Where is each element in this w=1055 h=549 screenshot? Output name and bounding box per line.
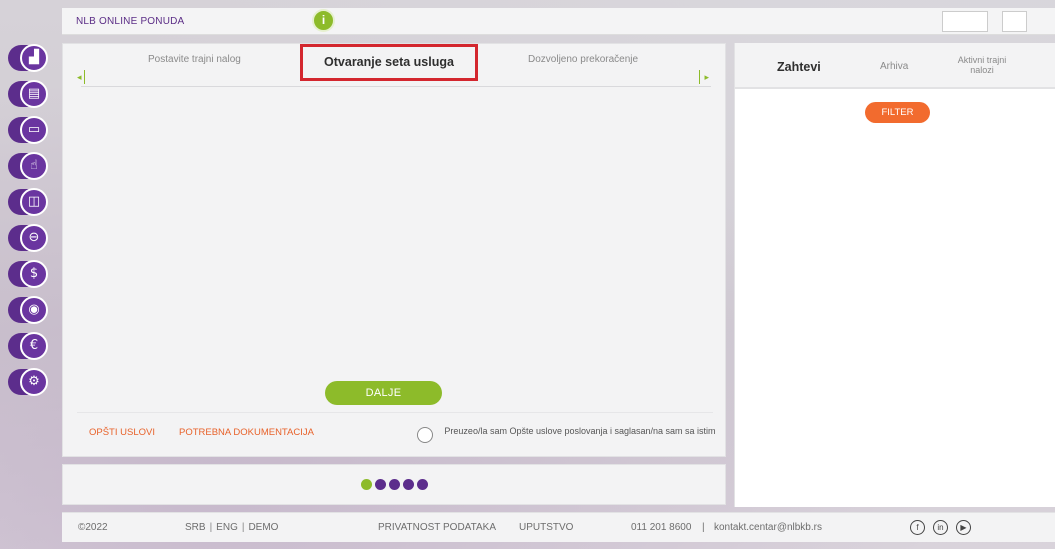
guide-link[interactable]: UPUTSTVO — [519, 522, 573, 533]
coin-icon: $ — [20, 260, 48, 288]
side-menu-item-services[interactable]: ◫ — [8, 188, 56, 216]
tab-overdraft[interactable]: Dozvoljeno prekoračenje — [528, 54, 638, 65]
arrow-left-icon[interactable]: ◂ — [77, 70, 89, 84]
tab-requests[interactable]: Zahtevi — [777, 60, 821, 74]
pager-panel — [62, 464, 726, 505]
agreement-label: Preuzeo/la sam Opšte uslove poslovanja i… — [444, 426, 716, 436]
separator: | — [241, 522, 245, 533]
tab-standing-order[interactable]: Postavite trajni nalog — [148, 54, 241, 65]
filter-button[interactable]: FILTER — [865, 102, 930, 123]
lang-demo[interactable]: DEMO — [248, 522, 278, 533]
side-menu-item-locations[interactable]: ◉ — [8, 296, 56, 324]
step-dot-4[interactable] — [403, 479, 414, 490]
step-dot-1[interactable] — [361, 479, 372, 490]
app-title: NLB ONLINE PONUDA — [76, 16, 185, 27]
devices-icon: ◫ — [20, 188, 48, 216]
side-menu-item-settings[interactable]: ⚙ — [8, 368, 56, 396]
lang-eng[interactable]: ENG — [216, 522, 238, 533]
tab-bar: ◂ Postavite trajni nalog Otvaranje seta … — [63, 44, 727, 90]
requests-tab-bar: Zahtevi Arhiva Aktivni trajni nalozi — [735, 43, 1055, 89]
location-icon: ◉ — [20, 296, 48, 324]
tab-active-orders[interactable]: Aktivni trajni nalozi — [953, 55, 1011, 75]
step-dot-2[interactable] — [375, 479, 386, 490]
minus-card-icon: ⊖ — [20, 224, 48, 252]
side-menu-item-statements[interactable]: ▤ — [8, 80, 56, 108]
side-menu-item-loans[interactable]: $ — [8, 260, 56, 288]
language-switcher: SRB | ENG | DEMO — [185, 522, 278, 533]
chart-icon: ▟ — [20, 44, 48, 72]
info-icon[interactable]: i — [312, 9, 335, 32]
agreement-radio[interactable] — [417, 427, 433, 443]
requests-panel: Zahtevi Arhiva Aktivni trajni nalozi FIL… — [734, 43, 1055, 507]
side-menu-item-cards[interactable]: ▭ — [8, 116, 56, 144]
top-bar: NLB ONLINE PONUDA i — [62, 8, 1055, 35]
tab-archive[interactable]: Arhiva — [880, 61, 908, 72]
documents-link[interactable]: POTREBNA DOKUMENTACIJA — [179, 427, 314, 438]
side-menu-item-overdraft[interactable]: ⊖ — [8, 224, 56, 252]
side-menu-item-payments[interactable]: ☝ — [8, 152, 56, 180]
hand-icon: ☝ — [20, 152, 48, 180]
linkedin-icon[interactable]: in — [933, 520, 948, 535]
euro-icon: € — [20, 332, 48, 360]
facebook-icon[interactable]: f — [910, 520, 925, 535]
printer-icon: ▤ — [20, 80, 48, 108]
step-dot-5[interactable] — [417, 479, 428, 490]
side-menu-item-accounts[interactable]: ▟ — [8, 44, 56, 72]
separator: | — [702, 522, 705, 533]
phone-number: 011 201 8600 — [631, 522, 692, 533]
top-small-box[interactable] — [1002, 11, 1027, 32]
email-link[interactable]: kontakt.centar@nlbkb.rs — [714, 522, 822, 533]
card-icon: ▭ — [20, 116, 48, 144]
tab-divider — [81, 86, 711, 87]
footer: ©2022 SRB | ENG | DEMO PRIVATNOST PODATAKA U… — [62, 512, 1055, 542]
youtube-icon[interactable]: ▶ — [956, 520, 971, 535]
divider — [77, 412, 713, 413]
lang-srb[interactable]: SRB — [185, 522, 206, 533]
terms-link[interactable]: OPŠTI USLOVI — [89, 427, 155, 438]
top-input-box[interactable] — [942, 11, 988, 32]
arrow-right-icon[interactable]: ▸ — [697, 70, 709, 84]
copyright: ©2022 — [78, 522, 108, 533]
step-dot-3[interactable] — [389, 479, 400, 490]
separator: | — [209, 522, 213, 533]
side-menu-item-exchange[interactable]: € — [8, 332, 56, 360]
settings-icon: ⚙ — [20, 368, 48, 396]
privacy-link[interactable]: PRIVATNOST PODATAKA — [378, 522, 496, 533]
tab-service-bundle[interactable]: Otvaranje seta usluga — [300, 44, 478, 81]
main-panel: ◂ Postavite trajni nalog Otvaranje seta … — [62, 43, 726, 457]
next-button[interactable]: DALJE — [325, 381, 442, 405]
